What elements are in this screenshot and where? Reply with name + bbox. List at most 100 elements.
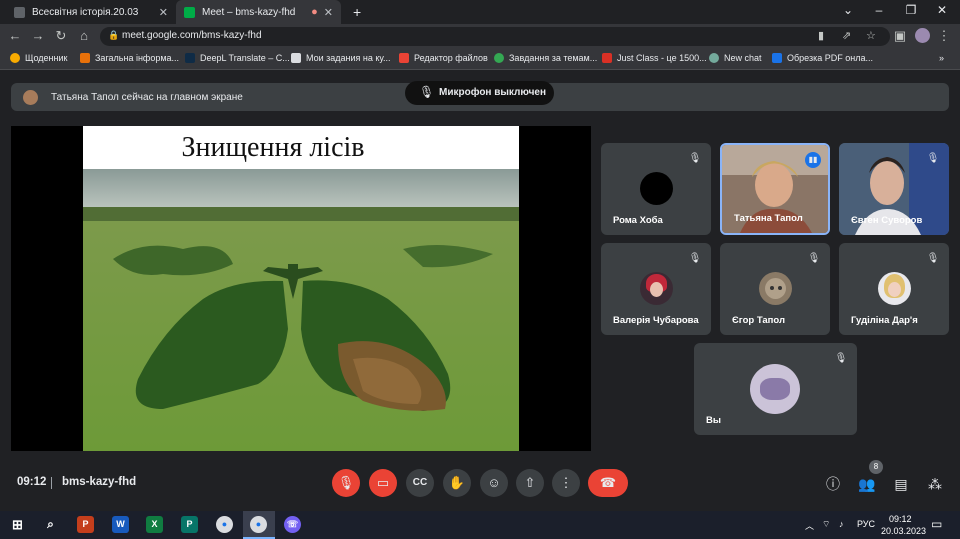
tab-search-icon[interactable]: ⌄ <box>833 3 863 17</box>
bookmark-item[interactable]: Обрезка PDF онла... <box>772 53 873 63</box>
forward-icon[interactable]: → <box>30 28 46 44</box>
word-icon[interactable]: W <box>112 516 129 533</box>
close-tab-icon[interactable]: ✕ <box>159 6 168 19</box>
tab-world-history[interactable]: Всесвітня історія.20.03 ✕ <box>6 0 176 24</box>
powerpoint-icon[interactable]: P <box>77 516 94 533</box>
new-tab-button[interactable]: + <box>345 0 369 24</box>
participant-tile[interactable]: 🎙 Гуділіна Дар'я <box>839 243 949 335</box>
bookmark-item[interactable]: Щоденник <box>10 53 67 63</box>
bookmark-item[interactable]: New chat <box>709 53 762 63</box>
bookmark-icon <box>291 53 301 63</box>
bookmark-item[interactable]: DeepL Translate – С... <box>185 53 290 63</box>
reload-icon[interactable]: ↻ <box>53 28 69 44</box>
recording-dot-icon: ● <box>311 6 318 18</box>
mic-toggle-button[interactable]: 🎙 <box>332 469 360 497</box>
viber-icon[interactable]: ☏ <box>284 516 301 533</box>
avatar <box>23 90 38 105</box>
bookmark-label: Мои задания на ку... <box>306 53 391 63</box>
share-icon[interactable]: ⇗ <box>842 29 851 42</box>
participant-name: Валерія Чубарова <box>613 315 699 326</box>
leave-call-button[interactable]: ☎ <box>588 469 628 497</box>
meeting-code: bms-kazy-fhd <box>62 476 137 488</box>
taskbar-date[interactable]: 20.03.2023 <box>881 526 926 536</box>
bookmark-label: Загальна інформа... <box>95 53 180 63</box>
tray-arrow-icon[interactable]: ︿ <box>805 519 814 532</box>
participant-tile[interactable]: 🎙 Рома Хоба <box>601 143 711 235</box>
volume-icon[interactable]: ♪ <box>839 519 844 529</box>
address-bar[interactable]: 🔒 meet.google.com/bms-kazy-fhd ▮ ⇗ ☆ <box>100 27 890 46</box>
url-text[interactable]: meet.google.com/bms-kazy-fhd <box>122 30 262 41</box>
chat-icon[interactable]: ▤ <box>891 474 911 494</box>
present-button[interactable]: ⇧ <box>516 469 544 497</box>
bookmark-item[interactable]: Загальна інформа... <box>80 53 179 63</box>
language-indicator[interactable]: РУС <box>857 519 875 529</box>
mic-off-icon: 🎙 <box>419 85 435 99</box>
publisher-icon[interactable]: P <box>181 516 198 533</box>
close-tab-icon[interactable]: ✕ <box>324 6 333 19</box>
raise-hand-button[interactable]: ✋ <box>443 469 471 497</box>
bookmark-label: Щоденник <box>25 53 68 63</box>
avatar <box>750 364 800 414</box>
participant-tile[interactable]: 🎙 Єгор Тапол <box>720 243 830 335</box>
mic-off-icon: 🎙 <box>926 253 940 264</box>
bookmark-item[interactable]: Just Class - це 1500... <box>602 53 707 63</box>
mic-off-icon: 🎙 <box>926 153 940 164</box>
camera-toggle-button[interactable]: ▭ <box>369 469 397 497</box>
taskbar-time[interactable]: 09:12 <box>889 514 912 524</box>
participant-tile[interactable]: 🎙 Валерія Чубарова <box>601 243 711 335</box>
bookmark-label: Редактор файлов <box>414 53 488 63</box>
avatar[interactable] <box>915 28 930 43</box>
participant-name: Євген Суворов <box>851 215 923 226</box>
lock-icon[interactable]: 🔒 <box>108 30 119 41</box>
start-icon[interactable]: ⊞ <box>9 516 26 533</box>
participant-name: Рома Хоба <box>613 215 663 226</box>
chrome-active-icon[interactable]: ● <box>243 511 275 539</box>
home-icon[interactable]: ⌂ <box>76 28 92 44</box>
browser-toolbar: ← → ↻ ⌂ 🔒 meet.google.com/bms-kazy-fhd ▮… <box>0 24 960 48</box>
bookmark-item[interactable]: Завдання за темам... <box>494 53 597 63</box>
participant-name: Єгор Тапол <box>732 315 786 326</box>
deepl-icon <box>185 53 195 63</box>
bookmark-item[interactable]: Редактор файлов <box>399 53 488 63</box>
captions-button[interactable]: CC <box>406 469 434 497</box>
maximize-icon[interactable]: ❐ <box>896 3 926 17</box>
tab-strip: Всесвітня історія.20.03 ✕ Meet – bms-kaz… <box>0 0 960 24</box>
info-icon[interactable]: ⓘ <box>823 474 843 494</box>
bookmark-label: New chat <box>724 53 762 63</box>
avatar <box>878 272 911 305</box>
more-options-button[interactable]: ⋮ <box>552 469 580 497</box>
bookmark-icon <box>80 53 90 63</box>
tab-meet[interactable]: Meet – bms-kazy-fhd ● ✕ <box>176 0 341 24</box>
bookmark-icon <box>399 53 409 63</box>
menu-icon[interactable]: ⋮ <box>936 28 952 44</box>
participant-tile-speaking[interactable]: ▮▮ Татьяна Тапол <box>720 143 830 235</box>
emoji-button[interactable]: ☺ <box>480 469 508 497</box>
presenter-notice: Татьяна Тапол сейчас на главном экране <box>51 92 243 103</box>
activities-icon[interactable]: ⁂ <box>925 474 945 494</box>
participant-name: Гуділіна Дар'я <box>851 315 918 326</box>
speaking-indicator-icon: ▮▮ <box>805 152 821 168</box>
participant-tile[interactable]: 🎙 Євген Суворов <box>839 143 949 235</box>
wifi-icon[interactable]: ⌔ <box>822 519 830 530</box>
bookmark-item[interactable]: Мои задания на ку... <box>291 53 391 63</box>
self-tile[interactable]: 🎙 Вы <box>694 343 857 435</box>
sidebar-icon[interactable]: ▣ <box>892 28 908 44</box>
search-icon[interactable]: ⌕ <box>42 516 59 533</box>
camera-icon[interactable]: ▮ <box>818 29 824 42</box>
mic-off-icon: 🎙 <box>688 153 702 164</box>
back-icon[interactable]: ← <box>7 28 23 44</box>
minimize-icon[interactable]: – <box>864 3 894 17</box>
close-window-icon[interactable]: ✕ <box>927 3 957 17</box>
star-icon[interactable]: ☆ <box>866 29 876 42</box>
chrome-icon[interactable]: ● <box>216 516 233 533</box>
participant-name: Татьяна Тапол <box>734 213 803 224</box>
more-bookmarks-icon[interactable]: » <box>939 53 944 63</box>
excel-icon[interactable]: X <box>146 516 163 533</box>
bookmarks-bar: Щоденник Загальна інформа... DeepL Trans… <box>0 48 960 70</box>
avatar <box>640 172 673 205</box>
mic-off-icon: 🎙 <box>688 253 702 264</box>
notifications-icon[interactable]: ▭ <box>931 517 942 531</box>
presentation-stage[interactable]: Знищення лісів <box>11 126 591 451</box>
people-icon[interactable]: 👥 <box>857 474 877 494</box>
slide-title: Знищення лісів <box>181 132 365 163</box>
